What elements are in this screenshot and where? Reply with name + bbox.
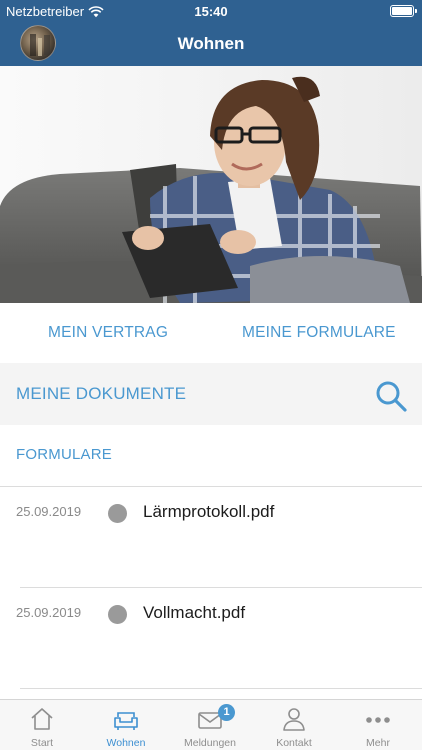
tab-mehr[interactable]: Mehr: [336, 700, 420, 750]
app-header: Netzbetreiber 15:40 Wohnen: [0, 0, 422, 66]
tab-wohnen[interactable]: Wohnen: [84, 700, 168, 750]
segment-links: MEIN VERTRAG MEINE FORMULARE: [0, 303, 422, 363]
status-dot-icon: [108, 605, 127, 624]
hero-photo: [0, 66, 422, 303]
tab-kontakt[interactable]: Kontakt: [252, 700, 336, 750]
more-icon: [366, 717, 390, 723]
tab-start[interactable]: Start: [0, 700, 84, 750]
battery-icon: [390, 5, 417, 17]
tab-label: Meldungen: [184, 737, 236, 749]
documents-header: MEINE DOKUMENTE: [0, 363, 422, 425]
tab-label: Start: [30, 737, 54, 749]
divider: [20, 688, 422, 689]
status-bar: Netzbetreiber 15:40: [0, 0, 422, 22]
search-icon[interactable]: [374, 379, 408, 413]
my-contract-link[interactable]: MEIN VERTRAG: [48, 324, 168, 342]
document-name: Lärmprotokoll.pdf: [143, 502, 275, 521]
tab-label: Kontakt: [276, 737, 312, 749]
tab-label: Mehr: [366, 737, 390, 749]
status-time: 15:40: [194, 4, 228, 19]
hero-image: [0, 66, 422, 303]
page-title: Wohnen: [177, 34, 245, 53]
sofa-icon: [114, 712, 138, 730]
status-dot-icon: [108, 504, 127, 523]
document-date: 25.09.2019: [16, 605, 82, 620]
document-row[interactable]: 25.09.2019 Lärmprotokoll.pdf: [0, 487, 422, 587]
documents-title: MEINE DOKUMENTE: [16, 384, 187, 403]
navigation-bar: Wohnen: [0, 22, 422, 66]
document-row[interactable]: 25.09.2019 Vollmacht.pdf: [0, 588, 422, 688]
tab-bar: Start Wohnen 1 Meldungen Kontakt Mehr: [0, 699, 422, 750]
home-icon: [31, 708, 53, 730]
document-name: Vollmacht.pdf: [143, 603, 246, 622]
section-title-forms: FORMULARE: [16, 446, 112, 463]
document-date: 25.09.2019: [16, 504, 82, 519]
person-icon: [283, 708, 305, 731]
my-forms-link[interactable]: MEINE FORMULARE: [242, 324, 396, 342]
tab-meldungen[interactable]: 1 Meldungen: [168, 700, 252, 750]
tab-label: Wohnen: [106, 737, 146, 749]
notification-badge: 1: [218, 704, 235, 721]
